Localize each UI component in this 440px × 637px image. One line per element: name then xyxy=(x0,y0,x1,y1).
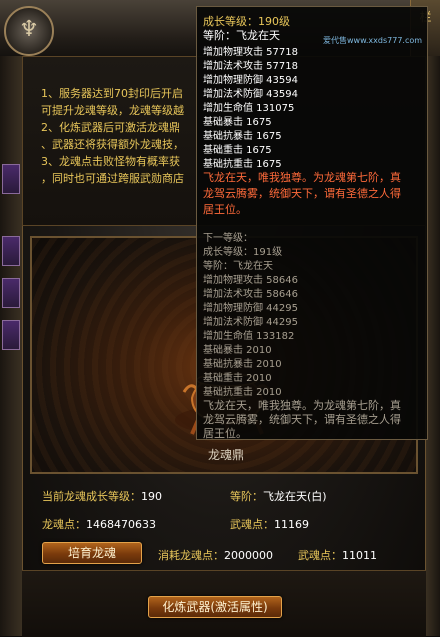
instruction-line: 、武器还将获得额外龙魂技， xyxy=(41,138,184,151)
tooltip-current-desc: 飞龙在天，唯我独尊。为龙魂第七阶，真 xyxy=(203,171,401,184)
soul-points-row: 龙魂点：1468470633 xyxy=(42,516,156,532)
tooltip-next-header: 下一等级： xyxy=(203,233,253,244)
tooltip-next-tier: 等阶：飞龙在天 xyxy=(203,261,273,272)
tooltip-next-attr: 基础抗暴击 2010 xyxy=(203,359,282,370)
refine-weapon-button[interactable]: 化炼武器(激活属性) xyxy=(148,596,282,618)
consume-martial-row: 武魂点：11011 xyxy=(298,547,377,563)
tooltip-current-attr: 增加法术攻击 57718 xyxy=(203,61,298,72)
soul-points-label: 龙魂点： xyxy=(42,518,86,531)
side-skill-icon[interactable] xyxy=(2,236,20,266)
instruction-line: 1、服务器达到70封印后开启 xyxy=(41,87,183,100)
tooltip-current-attr: 基础抗重击 1675 xyxy=(203,159,282,170)
tooltip-next-desc: 居王位。 xyxy=(203,427,247,440)
tooltip-next-attr: 增加法术防御 44295 xyxy=(203,317,298,328)
tooltip-next-attr: 增加法术攻击 58646 xyxy=(203,289,298,300)
current-level-row: 当前龙魂成长等级：190 xyxy=(42,488,162,504)
side-skill-icon[interactable] xyxy=(2,278,20,308)
tooltip-current-attr: 基础抗暴击 1675 xyxy=(203,131,282,142)
tooltip-current-attr: 增加物理防御 43594 xyxy=(203,75,298,86)
tooltip-next-attr: 增加生命值 133182 xyxy=(203,331,295,342)
current-level-value: 190 xyxy=(141,490,162,503)
instruction-line: ，同时也可通过跨服武勋商店 xyxy=(41,172,184,185)
tooltip-current-attr: 增加物理攻击 57718 xyxy=(203,47,298,58)
side-skill-icon[interactable] xyxy=(2,164,20,194)
consume-martial-value: 11011 xyxy=(342,549,377,562)
tooltip-watermark: 爱代售www.xxds777.com xyxy=(323,36,423,45)
tooltip-next-attr: 基础暴击 2010 xyxy=(203,345,272,356)
tier-label: 等阶： xyxy=(230,490,263,503)
tier-row: 等阶：飞龙在天(白) xyxy=(230,488,327,504)
side-skill-icon[interactable] xyxy=(2,320,20,350)
tooltip-next-attr: 基础抗重击 2010 xyxy=(203,387,282,398)
tooltip-next-level: 成长等级：191级 xyxy=(203,247,283,258)
left-side-bar xyxy=(0,56,23,636)
consume-soul-label: 消耗龙魂点： xyxy=(158,549,224,562)
instruction-line: 可提升龙魂等级，龙魂等级越 xyxy=(41,104,184,117)
tooltip-current-tier: 等阶：飞龙在天 xyxy=(203,29,280,42)
martial-points-row: 武魂点：11169 xyxy=(230,516,309,532)
tooltip-next-attr: 基础重击 2010 xyxy=(203,373,272,384)
tier-value: 飞龙在天(白) xyxy=(263,490,327,503)
consume-martial-label: 武魂点： xyxy=(298,549,342,562)
game-scene: ♆ 栏 1、服务器达到70封印后开启 可提升龙魂等级，龙魂等级越 2、化炼武器后… xyxy=(0,0,440,637)
instruction-line: 3、龙魂点击败怪物有概率获 xyxy=(41,155,180,168)
tooltip-current-attr: 增加生命值 131075 xyxy=(203,103,295,114)
level-tooltip: 成长等级：190级 等阶：飞龙在天 爱代售www.xxds777.com 增加物… xyxy=(196,6,428,440)
tooltip-current-attr: 基础暴击 1675 xyxy=(203,117,272,128)
tooltip-next-attr: 增加物理防御 44295 xyxy=(203,303,298,314)
tooltip-current-attr: 增加法术防御 43594 xyxy=(203,89,298,100)
consume-soul-row: 消耗龙魂点：2000000 xyxy=(158,547,273,563)
soul-points-value: 1468470633 xyxy=(86,518,156,531)
tooltip-current-attr: 基础重击 1675 xyxy=(203,145,272,156)
martial-points-value: 11169 xyxy=(274,518,309,531)
crest-emblem-icon: ♆ xyxy=(4,6,54,56)
martial-points-label: 武魂点： xyxy=(230,518,274,531)
consume-soul-value: 2000000 xyxy=(224,549,273,562)
tooltip-next-attr: 增加物理攻击 58646 xyxy=(203,275,298,286)
tooltip-current-desc: 居王位。 xyxy=(203,203,247,216)
nurture-soul-button[interactable]: 培育龙魂 xyxy=(42,542,142,564)
soul-name-label: 龙魂鼎 xyxy=(207,448,244,462)
instruction-line: 2、化炼武器后可激活龙魂鼎 xyxy=(41,121,180,134)
tooltip-current-desc: 龙驾云腾雾，统御天下，谓有圣德之人得 xyxy=(203,187,401,200)
current-level-label: 当前龙魂成长等级： xyxy=(42,490,141,503)
